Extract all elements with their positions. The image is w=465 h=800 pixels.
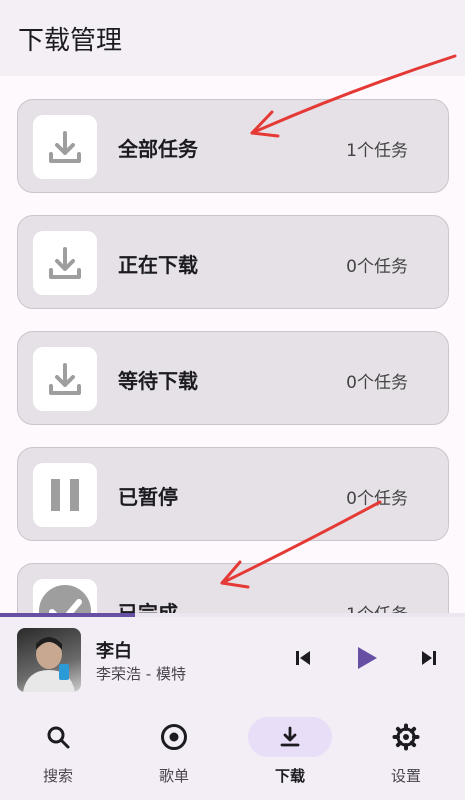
settings-icon	[364, 717, 448, 757]
category-label: 全部任务	[118, 137, 198, 161]
task-count: 1个任务	[346, 141, 408, 161]
category-label: 已暂停	[118, 485, 178, 509]
category-completed[interactable]: 已完成 1个任务	[17, 563, 449, 613]
category-list: 全部任务 1个任务 正在下载 0个任务 等待下载 0个任务 已暂停 0个任务 已…	[0, 76, 465, 613]
app-bar: 下载管理	[0, 0, 465, 76]
song-title: 李白	[96, 641, 132, 662]
download-icon	[33, 115, 97, 179]
play-icon[interactable]	[352, 643, 382, 673]
nav-label: 设置	[390, 767, 421, 785]
download-icon	[33, 231, 97, 295]
search-icon	[16, 717, 100, 757]
song-artist: 李荣浩 - 模特	[96, 665, 186, 683]
category-label: 等待下载	[118, 369, 198, 393]
download-icon	[33, 347, 97, 411]
bottom-navigation: 搜索 歌单 下载 设置	[0, 702, 465, 800]
download-icon	[248, 717, 332, 757]
task-count: 0个任务	[346, 373, 408, 393]
task-count: 0个任务	[346, 257, 408, 277]
skip-previous-icon[interactable]	[288, 643, 318, 673]
nav-item-download[interactable]: 下载	[232, 702, 348, 800]
category-waiting[interactable]: 等待下载 0个任务	[17, 331, 449, 425]
nav-label: 下载	[274, 767, 305, 785]
skip-next-icon[interactable]	[414, 643, 444, 673]
pause-icon	[33, 463, 97, 527]
category-paused[interactable]: 已暂停 0个任务	[17, 447, 449, 541]
category-label: 已完成	[118, 601, 178, 613]
task-count: 0个任务	[346, 489, 408, 509]
mini-player[interactable]: 李白 李荣浩 - 模特	[0, 617, 465, 702]
nav-label: 搜索	[42, 767, 73, 785]
nav-item-settings[interactable]: 设置	[348, 702, 464, 800]
category-downloading[interactable]: 正在下载 0个任务	[17, 215, 449, 309]
category-label: 正在下载	[118, 253, 198, 277]
nav-item-search[interactable]: 搜索	[0, 702, 116, 800]
check-circle-icon	[33, 579, 97, 613]
page-title: 下载管理	[18, 26, 123, 56]
nav-label: 歌单	[158, 767, 189, 785]
nav-item-playlist[interactable]: 歌单	[116, 702, 232, 800]
task-count: 1个任务	[346, 600, 408, 613]
album-icon	[132, 717, 216, 757]
category-all-tasks[interactable]: 全部任务 1个任务	[17, 99, 449, 193]
album-cover[interactable]	[17, 628, 81, 692]
